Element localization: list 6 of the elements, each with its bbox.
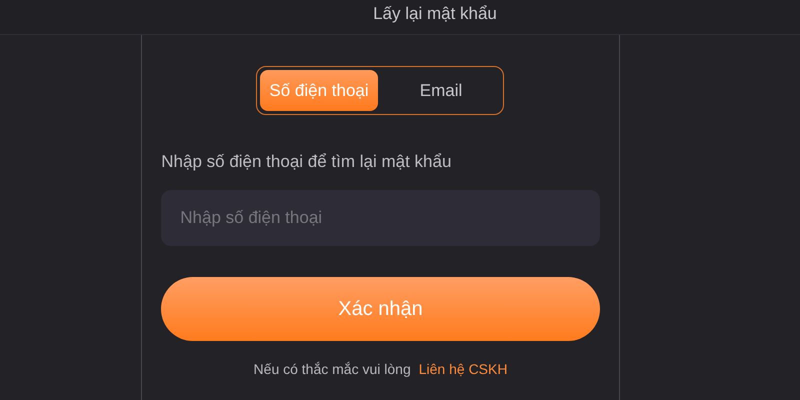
help-text: Nếu có thắc mắc vui lòng (254, 361, 411, 377)
tab[interactable]: Email (382, 70, 500, 111)
phone-input-field[interactable]: Nhập số điện thoại (161, 190, 600, 246)
page-title: Lấy lại mật khẩu (373, 4, 497, 24)
support-link[interactable]: Liên hệ CSKH (418, 361, 508, 377)
field-label: Nhập số điện thoại để tìm lại mật khẩu (161, 152, 452, 172)
